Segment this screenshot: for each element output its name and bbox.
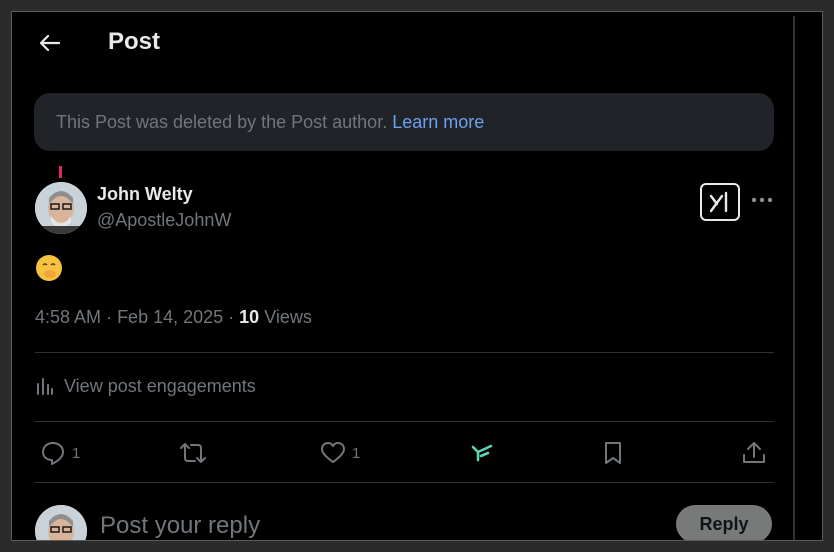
reply-bubble-icon bbox=[42, 442, 64, 465]
divider bbox=[35, 421, 774, 422]
post-actions-bar: 1 1 bbox=[12, 436, 792, 470]
face-with-hand-over-mouth-emoji bbox=[36, 255, 62, 281]
post-metadata: 4:58 AM · Feb 14, 2025 · 10 Views bbox=[35, 307, 312, 328]
post-detail-window: Post This Post was deleted by the Post a… bbox=[11, 11, 823, 541]
author-name[interactable]: John Welty bbox=[97, 184, 193, 205]
like-count: 1 bbox=[352, 444, 361, 462]
divider bbox=[35, 482, 774, 483]
page-title: Post bbox=[108, 28, 161, 55]
arrow-left-icon bbox=[39, 34, 60, 52]
view-engagements-link[interactable]: View post engagements bbox=[35, 374, 256, 398]
tip-extension-button[interactable] bbox=[470, 436, 494, 470]
more-options-button[interactable] bbox=[750, 190, 774, 210]
author-handle[interactable]: @ApostleJohnW bbox=[97, 210, 231, 231]
page-header: Post bbox=[12, 12, 792, 74]
deleted-post-notice: This Post was deleted by the Post author… bbox=[34, 93, 774, 151]
divider bbox=[35, 352, 774, 353]
separator-dot: · bbox=[106, 307, 118, 327]
learn-more-link[interactable]: Learn more bbox=[392, 112, 484, 133]
reply-avatar bbox=[35, 505, 87, 540]
extension-icon bbox=[471, 444, 493, 462]
share-icon bbox=[743, 442, 765, 463]
separator-dot: · bbox=[228, 307, 240, 327]
post-date[interactable]: Feb 14, 2025 bbox=[117, 307, 223, 327]
repost-action[interactable] bbox=[178, 436, 208, 470]
post-time[interactable]: 4:58 AM bbox=[35, 307, 101, 327]
more-dots-icon bbox=[751, 197, 773, 203]
like-action[interactable]: 1 bbox=[320, 436, 360, 470]
reply-composer: Post your reply Reply bbox=[12, 502, 792, 540]
grok-icon bbox=[709, 191, 728, 213]
analytics-icon bbox=[37, 378, 53, 395]
views-count: 10 bbox=[239, 307, 260, 327]
column-divider bbox=[793, 16, 795, 540]
emoji-icon bbox=[37, 256, 61, 280]
reply-action[interactable]: 1 bbox=[40, 436, 80, 470]
author-avatar[interactable] bbox=[35, 182, 87, 234]
reply-count: 1 bbox=[72, 444, 81, 462]
engagements-label: View post engagements bbox=[64, 375, 256, 396]
bookmark-action[interactable] bbox=[602, 436, 624, 470]
reply-button[interactable]: Reply bbox=[676, 505, 772, 540]
share-action[interactable] bbox=[741, 436, 767, 470]
deleted-notice-text: This Post was deleted by the Post author… bbox=[56, 111, 388, 132]
back-button[interactable] bbox=[34, 30, 64, 56]
avatar-photo bbox=[35, 505, 87, 540]
reply-input[interactable]: Post your reply bbox=[100, 512, 260, 540]
repost-icon bbox=[180, 443, 206, 463]
views-label: Views bbox=[264, 307, 312, 327]
grok-button[interactable] bbox=[700, 183, 740, 221]
heart-icon bbox=[321, 442, 345, 463]
bookmark-icon bbox=[605, 442, 621, 464]
thread-connector-line bbox=[59, 166, 62, 178]
avatar-photo bbox=[35, 182, 87, 234]
